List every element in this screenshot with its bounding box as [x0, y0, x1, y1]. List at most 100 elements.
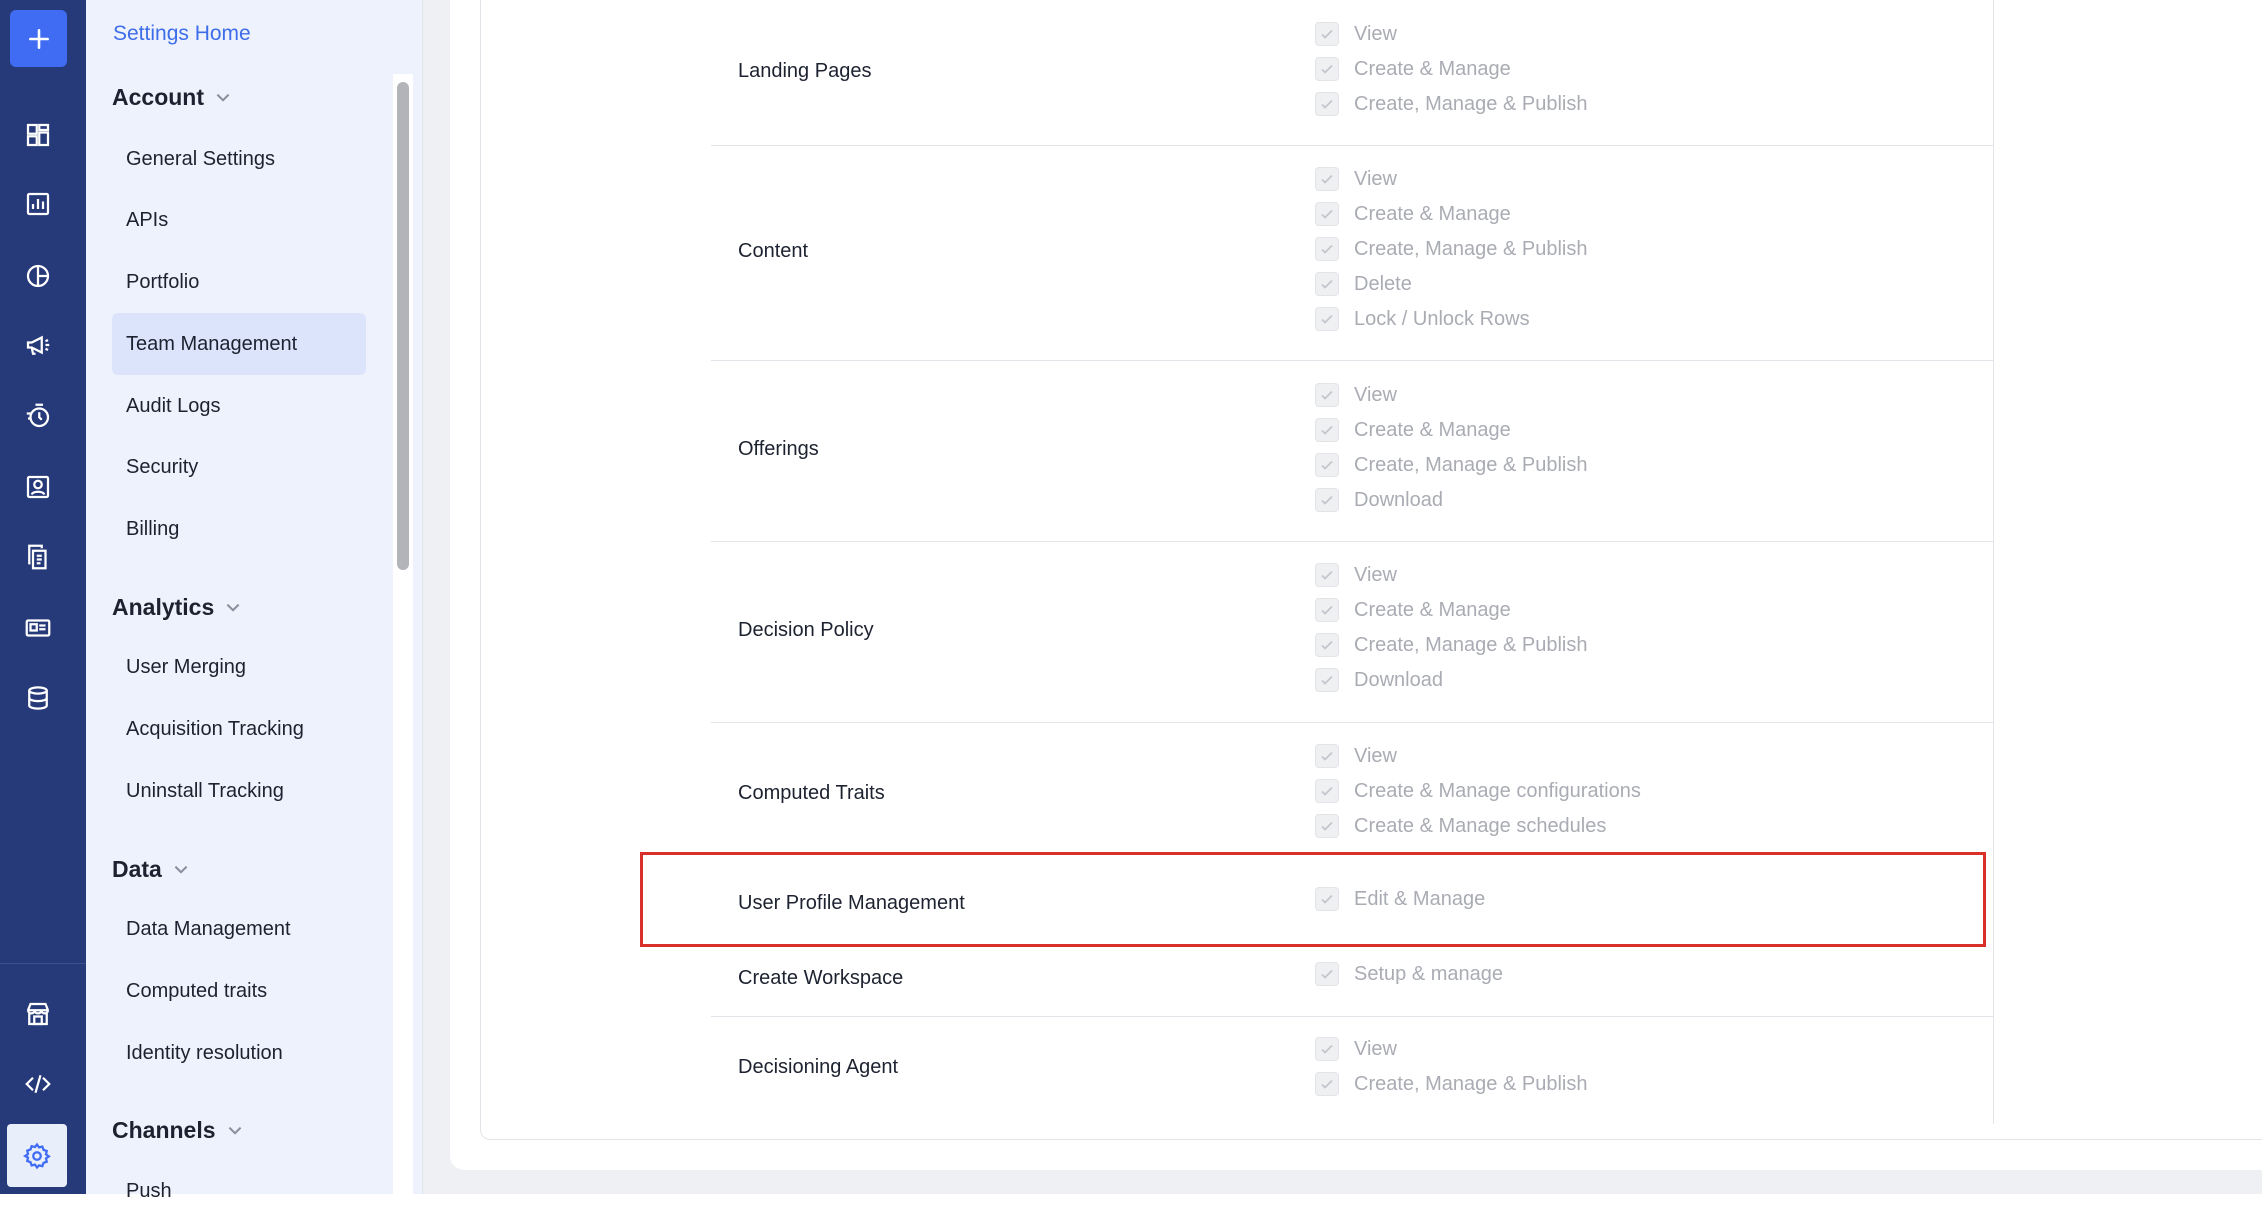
permission-option: View — [1315, 1034, 1397, 1064]
permission-option: View — [1315, 164, 1397, 194]
check-icon — [1321, 460, 1333, 470]
section-account[interactable]: Account — [112, 84, 232, 111]
permission-checkbox[interactable] — [1315, 57, 1339, 81]
sidebar-item-apis[interactable]: APIs — [112, 189, 366, 251]
permission-option-label: Create, Manage & Publish — [1354, 633, 1588, 656]
permission-checkbox[interactable] — [1315, 1072, 1339, 1096]
templates-icon[interactable] — [18, 608, 58, 648]
permission-option: View — [1315, 560, 1397, 590]
permission-checkbox[interactable] — [1315, 92, 1339, 116]
analytics-icon[interactable] — [18, 184, 58, 224]
check-icon — [1321, 1079, 1333, 1089]
permission-checkbox[interactable] — [1315, 202, 1339, 226]
section-account-label: Account — [112, 84, 204, 110]
permission-label: Landing Pages — [738, 60, 872, 82]
sidebar-scrollbar-thumb[interactable] — [397, 82, 409, 570]
add-icon[interactable] — [10, 10, 67, 67]
settings-icon[interactable] — [7, 1124, 67, 1187]
campaigns-icon[interactable] — [18, 325, 58, 365]
sidebar-item-security[interactable]: Security — [112, 436, 366, 498]
data-icon[interactable] — [18, 678, 58, 718]
check-icon — [1321, 29, 1333, 39]
sidebar-item-team-management[interactable]: Team Management — [112, 313, 366, 375]
section-data[interactable]: Data — [112, 856, 190, 883]
permission-option: Create, Manage & Publish — [1315, 89, 1587, 119]
permission-option: Create, Manage & Publish — [1315, 234, 1587, 264]
sidebar-item-general-settings[interactable]: General Settings — [112, 128, 366, 190]
permission-checkbox[interactable] — [1315, 453, 1339, 477]
permission-option: Create, Manage & Publish — [1315, 630, 1587, 660]
flows-icon[interactable] — [18, 396, 58, 436]
permission-option-label: Download — [1354, 668, 1443, 691]
section-channels[interactable]: Channels — [112, 1117, 244, 1144]
permission-option-label: Create, Manage & Publish — [1354, 453, 1588, 476]
permission-option: Create & Manage — [1315, 199, 1511, 229]
users-icon[interactable] — [18, 467, 58, 507]
check-icon — [1321, 605, 1333, 615]
permission-option-label: Create, Manage & Publish — [1354, 92, 1588, 115]
settings-sidebar: Settings Home Account General Settings A… — [86, 0, 423, 1202]
section-analytics-label: Analytics — [112, 594, 215, 620]
permission-checkbox[interactable] — [1315, 962, 1339, 986]
check-icon — [1321, 99, 1333, 109]
sidebar-item-push[interactable]: Push — [112, 1160, 366, 1222]
permission-option-label: Lock / Unlock Rows — [1354, 307, 1530, 330]
table-divider — [1993, 0, 1994, 1124]
check-icon — [1321, 786, 1333, 796]
sidebar-item-identity-resolution[interactable]: Identity resolution — [112, 1022, 366, 1084]
permission-checkbox[interactable] — [1315, 272, 1339, 296]
chevron-down-icon — [226, 603, 240, 612]
check-icon — [1321, 675, 1333, 685]
permission-checkbox[interactable] — [1315, 418, 1339, 442]
section-data-label: Data — [112, 856, 162, 882]
sidebar-item-audit-logs[interactable]: Audit Logs — [112, 375, 366, 437]
permission-option: Create, Manage & Publish — [1315, 1069, 1587, 1099]
permission-option-label: Create & Manage — [1354, 57, 1511, 80]
settings-home-link[interactable]: Settings Home — [113, 22, 251, 46]
permission-option-label: Create & Manage — [1354, 202, 1511, 225]
segments-icon[interactable] — [18, 256, 58, 296]
sidebar-item-billing[interactable]: Billing — [112, 498, 366, 560]
permission-option-label: View — [1354, 1037, 1397, 1060]
sidebar-item-portfolio[interactable]: Portfolio — [112, 251, 366, 313]
check-icon — [1321, 495, 1333, 505]
permission-checkbox[interactable] — [1315, 563, 1339, 587]
permission-checkbox[interactable] — [1315, 779, 1339, 803]
check-icon — [1321, 640, 1333, 650]
permission-option-label: Create & Manage — [1354, 598, 1511, 621]
permission-label: Decisioning Agent — [738, 1056, 899, 1078]
sidebar-item-acquisition-tracking[interactable]: Acquisition Tracking — [112, 698, 366, 760]
check-icon — [1321, 174, 1333, 184]
permission-checkbox[interactable] — [1315, 633, 1339, 657]
section-analytics[interactable]: Analytics — [112, 594, 242, 621]
permission-option-label: View — [1354, 167, 1397, 190]
content-icon[interactable] — [18, 537, 58, 577]
permission-row: Computed Traits View Create & Manage confi… — [711, 722, 1993, 854]
developer-icon[interactable] — [18, 1064, 58, 1104]
chevron-down-icon — [216, 93, 230, 102]
permission-option: View — [1315, 19, 1397, 49]
permission-option: Create & Manage — [1315, 54, 1511, 84]
permission-checkbox[interactable] — [1315, 668, 1339, 692]
permission-row: Landing Pages View Create & Manage Create, … — [711, 0, 1993, 146]
permission-option: Create, Manage & Publish — [1315, 450, 1587, 480]
permission-option: Download — [1315, 665, 1443, 695]
permission-checkbox[interactable] — [1315, 488, 1339, 512]
sidebar-item-uninstall-tracking[interactable]: Uninstall Tracking — [112, 760, 366, 822]
dashboard-icon[interactable] — [18, 115, 58, 155]
store-icon[interactable] — [18, 994, 58, 1034]
permission-option-label: View — [1354, 563, 1397, 586]
permission-checkbox[interactable] — [1315, 307, 1339, 331]
sidebar-item-data-management[interactable]: Data Management — [112, 898, 366, 960]
permission-checkbox[interactable] — [1315, 814, 1339, 838]
permission-checkbox[interactable] — [1315, 237, 1339, 261]
sidebar-item-computed-traits[interactable]: Computed traits — [112, 960, 366, 1022]
permission-checkbox[interactable] — [1315, 383, 1339, 407]
permission-checkbox[interactable] — [1315, 744, 1339, 768]
permission-checkbox[interactable] — [1315, 598, 1339, 622]
permission-checkbox[interactable] — [1315, 167, 1339, 191]
permission-checkbox[interactable] — [1315, 1037, 1339, 1061]
permission-checkbox[interactable] — [1315, 22, 1339, 46]
permission-option: View — [1315, 380, 1397, 410]
sidebar-item-user-merging[interactable]: User Merging — [112, 636, 366, 698]
